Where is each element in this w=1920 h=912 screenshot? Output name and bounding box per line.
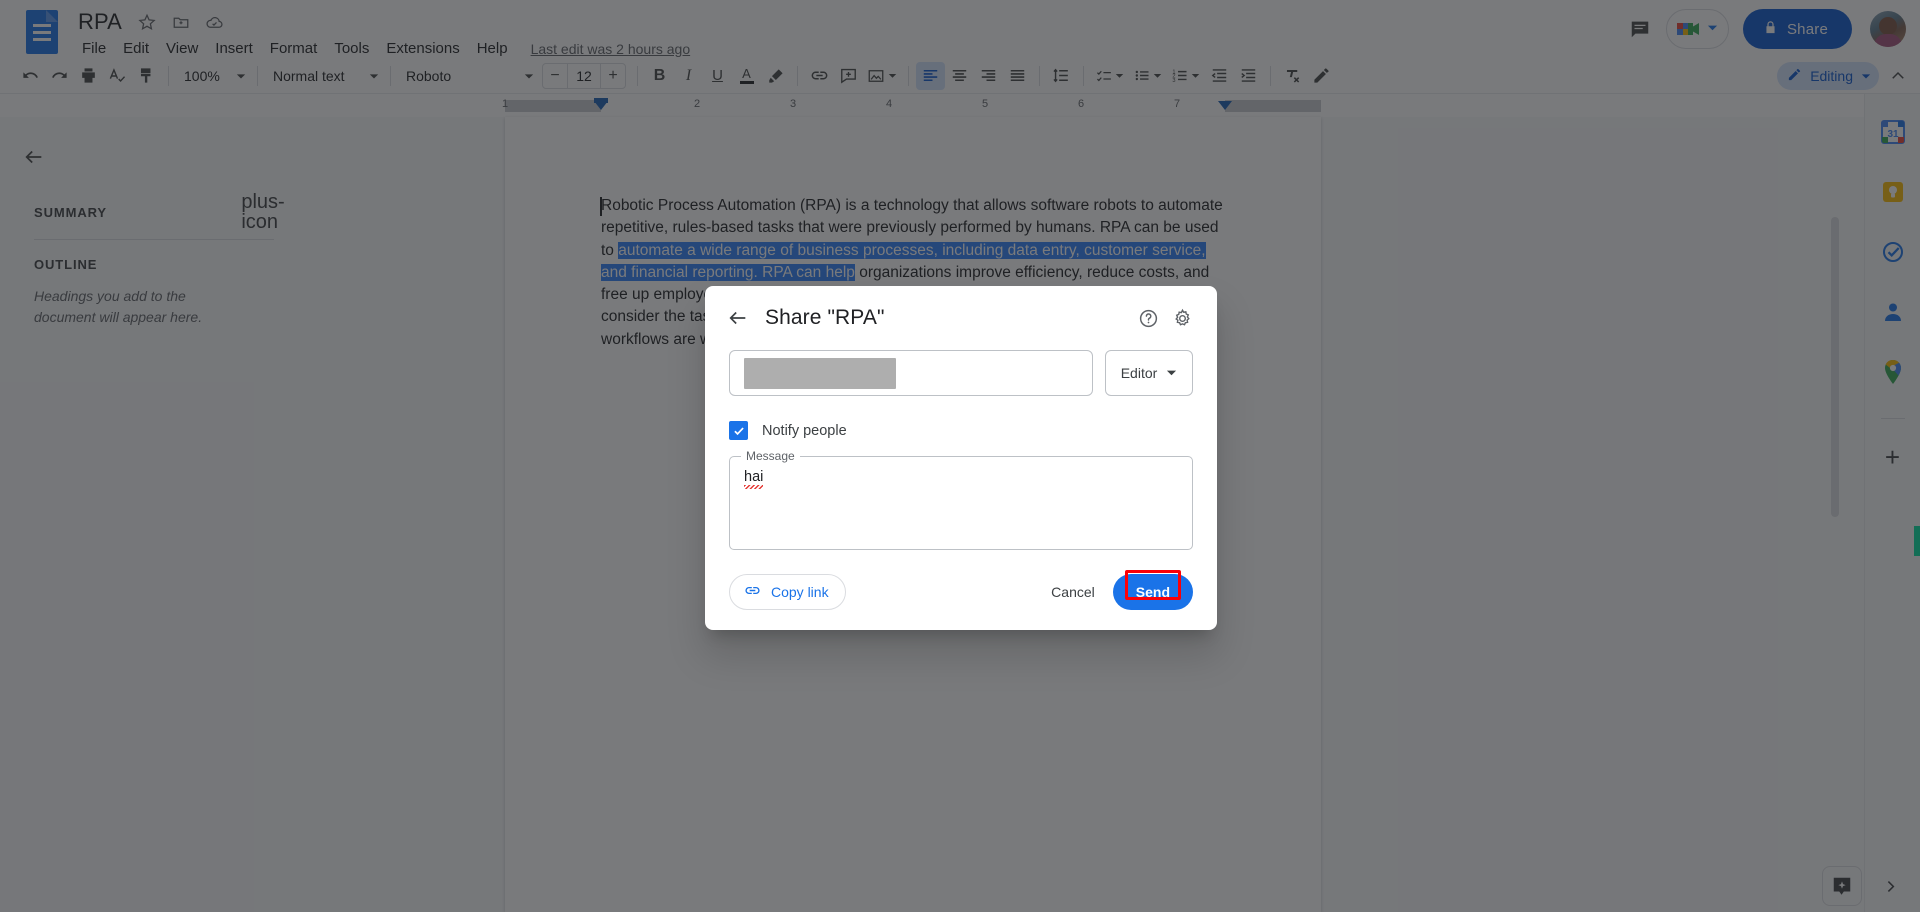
back-arrow-icon[interactable] [721,301,755,335]
chevron-down-icon [1166,365,1177,381]
notify-people-row[interactable]: Notify people [705,421,1217,440]
cancel-button[interactable]: Cancel [1039,574,1107,610]
send-button[interactable]: Send [1112,570,1193,610]
notify-people-checkbox[interactable] [729,421,748,440]
link-icon [744,582,761,602]
google-docs-window: RPA File Edit View Insert Format Tools E… [0,0,1920,912]
role-select[interactable]: Editor [1105,350,1193,396]
message-legend: Message [741,449,800,463]
redacted-email-block [744,357,896,389]
message-textarea[interactable]: Message hai [729,449,1193,550]
email-input[interactable] [729,350,1093,396]
spellcheck-squiggle [744,485,764,489]
message-text: hai [744,469,764,485]
share-recipient-row: Editor [705,350,1217,396]
gear-icon[interactable] [1165,301,1199,335]
copy-link-button[interactable]: Copy link [729,574,846,610]
send-button-label: Send [1135,584,1170,600]
role-value: Editor [1120,365,1158,381]
share-dialog-header: Share "RPA" [705,286,1217,350]
notify-people-label: Notify people [762,422,847,439]
share-dialog-actions: Copy link Cancel Send [705,570,1217,610]
help-icon[interactable] [1131,301,1165,335]
copy-link-label: Copy link [771,584,829,600]
share-dialog: Share "RPA" Editor Notify people Message… [705,286,1217,630]
message-value: hai [744,469,764,489]
share-dialog-title: Share "RPA" [765,306,885,329]
